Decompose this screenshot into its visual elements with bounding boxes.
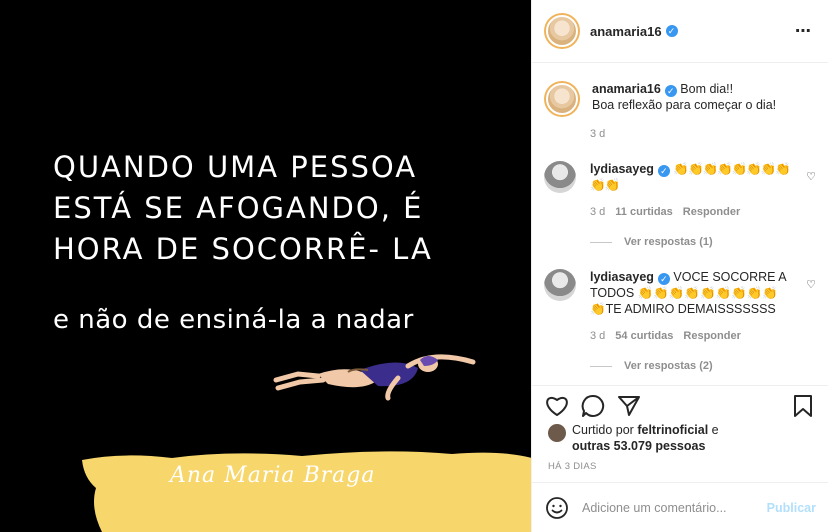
brush-stroke (82, 451, 531, 532)
reply-button[interactable]: Responder (683, 330, 740, 342)
comment-body: lydiasayeg ✓ 👏👏👏👏👏👏👏👏 👏👏 (590, 161, 791, 193)
comment-body: lydiasayeg ✓ VOCE SOCORRE A TODOS 👏👏👏👏👏👏👏… (590, 269, 787, 317)
comment-text: VOCE SOCORRE A (673, 270, 787, 284)
comment-line-1: lydiasayeg ✓ 👏👏👏👏👏👏👏👏 (590, 161, 791, 177)
verified-badge-icon: ✓ (657, 273, 670, 285)
comment-line-2: 👏👏 (590, 178, 620, 192)
comment-bubble-icon[interactable] (580, 393, 606, 419)
comment-meta: 3 d 54 curtidas Responder (590, 330, 741, 342)
comment: lydiasayeg ✓ 👏👏👏👏👏👏👏👏 👏👏 (544, 161, 816, 193)
post-image[interactable]: QUANDO UMA PESSOA ESTÁ SE AFOGANDO, É HO… (0, 0, 531, 532)
caption-body: anamaria16 ✓ Bom dia!! Boa reflexão para … (592, 81, 776, 117)
commenter-username[interactable]: lydiasayeg (590, 162, 654, 176)
view-replies-label: Ver respostas (1) (624, 236, 713, 248)
caption-line-1: anamaria16 ✓ Bom dia!! (592, 81, 776, 97)
view-replies-button[interactable]: Ver respostas (2) (590, 360, 713, 372)
post-actions (532, 385, 828, 425)
caption-username[interactable]: anamaria16 (592, 82, 661, 96)
post-viewer: QUANDO UMA PESSOA ESTÁ SE AFOGANDO, É HO… (0, 0, 828, 532)
likes-count-link[interactable]: outras 53.079 pessoas (572, 439, 705, 453)
caption: anamaria16 ✓ Bom dia!! Boa reflexão para … (544, 81, 816, 117)
view-replies-label: Ver respostas (2) (624, 360, 713, 372)
comment-text: 👏👏👏👏👏👏👏👏 (673, 162, 791, 176)
add-comment-bar: Publicar (532, 482, 828, 532)
comment-line-2: TODOS 👏👏👏👏👏👏👏👏👏 (590, 286, 778, 300)
signature: Ana Maria Braga (170, 463, 376, 488)
comment-time: 3 d (590, 330, 606, 342)
comment-input[interactable] (582, 500, 752, 515)
liked-by-and: e (711, 423, 719, 437)
like-comment-heart-icon[interactable]: ♡ (806, 170, 816, 183)
like-comment-heart-icon[interactable]: ♡ (806, 278, 816, 291)
author-avatar[interactable] (544, 13, 580, 49)
caption-text: Bom dia!! (680, 82, 734, 96)
swimmer-illustration (273, 354, 476, 401)
comment: lydiasayeg ✓ VOCE SOCORRE A TODOS 👏👏👏👏👏👏👏… (544, 269, 816, 317)
view-replies-button[interactable]: Ver respostas (1) (590, 236, 713, 248)
quote-text: QUANDO UMA PESSOA ESTÁ SE AFOGANDO, É HO… (53, 147, 513, 270)
post-timestamp[interactable]: HÁ 3 DIAS (548, 461, 597, 472)
comment-likes[interactable]: 11 curtidas (615, 206, 672, 218)
quote-line-3: HORA DE SOCORRÊ- LA (53, 232, 433, 266)
comment-line-3: 👏TE ADMIRO DEMAISSSSSSS (590, 302, 776, 316)
quote-line-1: QUANDO UMA PESSOA (53, 150, 418, 184)
side-panel: anamaria16 ✓ ⋯ anamaria16 ✓ Bom dia!! Boa… (531, 0, 828, 532)
verified-badge-icon: ✓ (665, 25, 678, 37)
comment-likes[interactable]: 54 curtidas (615, 330, 673, 342)
like-heart-icon[interactable] (544, 393, 570, 419)
liker-username[interactable]: feltrinoficial (637, 423, 708, 437)
verified-badge-icon: ✓ (664, 85, 677, 97)
save-bookmark-icon[interactable] (790, 393, 816, 419)
likes-summary: Curtido por feltrinoficial e outras 53.0… (548, 422, 816, 454)
comment-time: 3 d (590, 206, 606, 218)
comment-line-1: lydiasayeg ✓ VOCE SOCORRE A (590, 269, 787, 285)
more-options-icon[interactable]: ⋯ (795, 21, 812, 41)
caption-avatar[interactable] (544, 81, 580, 117)
reply-button[interactable]: Responder (683, 206, 740, 218)
post-header: anamaria16 ✓ ⋯ (532, 0, 828, 63)
publish-button[interactable]: Publicar (767, 501, 816, 515)
emoji-smiley-icon[interactable] (544, 495, 570, 521)
comments-list: anamaria16 ✓ Bom dia!! Boa reflexão para … (532, 64, 828, 384)
commenter-avatar[interactable] (544, 269, 576, 301)
caption-time: 3 d (590, 128, 606, 140)
liked-by-prefix: Curtido por (572, 423, 634, 437)
comment-meta: 3 d 11 curtidas Responder (590, 206, 740, 218)
quote-line-2: ESTÁ SE AFOGANDO, É (53, 191, 424, 225)
liker-avatar[interactable] (548, 424, 566, 442)
share-paper-plane-icon[interactable] (616, 393, 642, 419)
caption-meta: 3 d (590, 128, 605, 140)
caption-line-2: Boa reflexão para começar o dia! (592, 98, 777, 112)
commenter-avatar[interactable] (544, 161, 576, 193)
author-username[interactable]: anamaria16 (590, 24, 662, 39)
quote-subtext: e não de ensiná-la a nadar (53, 305, 414, 335)
likes-text: Curtido por feltrinoficial e outras 53.0… (572, 422, 719, 454)
verified-badge-icon: ✓ (657, 165, 670, 177)
commenter-username[interactable]: lydiasayeg (590, 270, 654, 284)
